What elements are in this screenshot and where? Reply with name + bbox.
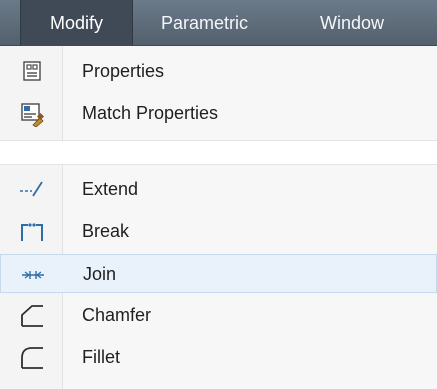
properties-icon xyxy=(18,59,46,85)
menu-item-join[interactable]: Join xyxy=(0,254,437,293)
chamfer-icon xyxy=(18,303,46,329)
fillet-icon xyxy=(18,345,46,371)
menu-window[interactable]: Window xyxy=(320,0,384,46)
menu-item-match-properties[interactable]: Match Properties xyxy=(0,94,437,133)
menu-item-label: Fillet xyxy=(82,347,121,367)
menu-item-label: Extend xyxy=(82,179,139,199)
join-icon xyxy=(19,262,47,288)
menu-item-label: Break xyxy=(82,221,130,241)
menu-item-label: Match Properties xyxy=(82,103,219,123)
menu-item-break[interactable]: Break xyxy=(0,212,437,251)
break-icon xyxy=(18,219,46,245)
menu-item-fillet[interactable]: Fillet xyxy=(0,338,437,377)
menu-item-chamfer[interactable]: Chamfer xyxy=(0,296,437,335)
menu-separator xyxy=(0,140,437,165)
menu-item-properties[interactable]: Properties xyxy=(0,52,437,91)
menu-item-label: Properties xyxy=(82,61,165,81)
menu-parametric[interactable]: Parametric xyxy=(161,0,248,46)
extend-icon xyxy=(18,177,46,203)
menu-item-label: Chamfer xyxy=(82,305,152,325)
menu-item-extend[interactable]: Extend xyxy=(0,170,437,209)
menubar: Modify Parametric Window xyxy=(0,0,437,46)
menu-item-label: Join xyxy=(83,264,117,284)
modify-menu-window: Modify Parametric Window Properties Matc… xyxy=(0,0,437,389)
match-properties-icon xyxy=(18,101,46,127)
modify-dropdown: Properties Match Properties Extend Break… xyxy=(0,46,437,389)
menu-modify[interactable]: Modify xyxy=(20,0,133,46)
